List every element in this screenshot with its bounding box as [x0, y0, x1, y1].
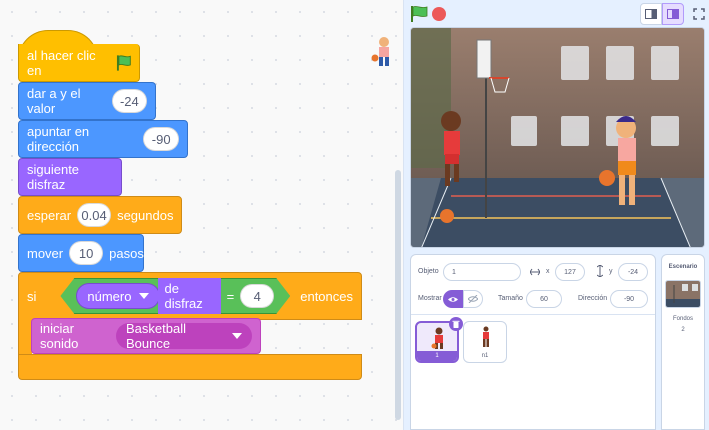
sprite-corner-thumbnail: [371, 37, 389, 66]
move-input[interactable]: 10: [69, 241, 104, 265]
large-stage-icon: [667, 9, 679, 19]
y-axis-icon: [597, 265, 603, 277]
stage-panel-title: Escenario: [668, 264, 698, 270]
if-label: si: [27, 288, 37, 304]
small-stage-icon: [645, 9, 657, 19]
size-label: Tamaño: [498, 295, 523, 302]
chevron-down-icon: [139, 293, 149, 299]
code-area[interactable]: al hacer clic en dar a y el valor -24 ap…: [0, 0, 404, 430]
sprite-tile-label: 1: [417, 351, 457, 361]
costume-property-value: número: [87, 288, 132, 304]
sprite-tile-label: n1: [481, 353, 489, 359]
move-steps-block[interactable]: mover 10 pasos: [18, 234, 144, 272]
if-block-header[interactable]: si número de disfraz = 4 entonces: [18, 272, 362, 320]
chevron-down-icon: [232, 333, 242, 339]
if-block-footer: [18, 354, 362, 380]
sprite-thumbnail: [431, 327, 443, 349]
x-axis-icon: [530, 268, 540, 276]
sprite-tile-n1[interactable]: n1: [463, 321, 507, 363]
delete-sprite-button[interactable]: [449, 317, 463, 331]
backdrops-label: Fondos: [672, 316, 693, 322]
when-flag-label: al hacer clic en: [27, 47, 96, 78]
stage-selector-pane[interactable]: Escenario Fondos 2: [661, 254, 705, 430]
green-flag-icon: [116, 54, 131, 71]
stop-button[interactable]: [432, 7, 446, 21]
point-in-direction-block[interactable]: apuntar en dirección -90: [18, 120, 188, 158]
move-label: mover: [27, 245, 64, 261]
fullscreen-button[interactable]: [688, 3, 709, 25]
small-stage-button[interactable]: [640, 3, 662, 25]
when-flag-clicked-block[interactable]: al hacer clic en: [18, 44, 140, 82]
sprite-name-label: Objeto: [418, 268, 439, 275]
wait-label: esperar: [27, 207, 72, 223]
costume-of-label: de disfraz: [158, 277, 220, 315]
move-unit-label: pasos: [109, 245, 144, 261]
stage-canvas[interactable]: [410, 27, 705, 248]
set-y-input[interactable]: -24: [111, 89, 147, 113]
stage-scene: [411, 28, 704, 247]
equals-operator-block[interactable]: número de disfraz = 4: [60, 278, 290, 314]
show-label: Mostrar: [418, 295, 442, 302]
direction-input[interactable]: -90: [143, 127, 179, 151]
sprite-name-input[interactable]: 1: [443, 263, 521, 281]
show-sprite-button[interactable]: [443, 290, 463, 308]
wait-input[interactable]: 0.04: [77, 203, 112, 227]
next-costume-label: siguiente disfraz: [27, 162, 80, 192]
next-costume-block[interactable]: siguiente disfraz: [18, 158, 122, 196]
backdrop-image: [666, 281, 700, 307]
trash-icon: [452, 320, 460, 328]
start-sound-block[interactable]: iniciar sonido Basketball Bounce: [31, 318, 261, 354]
compare-value-input[interactable]: 4: [240, 284, 274, 308]
large-stage-button[interactable]: [662, 3, 684, 25]
size-input[interactable]: 60: [526, 290, 562, 308]
if-block-arm: [18, 319, 32, 355]
sprite-thumbnail: [483, 326, 489, 347]
start-sound-label: iniciar sonido: [40, 321, 79, 351]
direction-input[interactable]: -90: [610, 290, 648, 308]
hide-sprite-button[interactable]: [463, 290, 483, 308]
eye-icon: [448, 296, 458, 302]
wait-unit-label: segundos: [117, 207, 174, 223]
point-direction-label: apuntar en dirección: [27, 124, 90, 154]
equals-sign: =: [226, 288, 235, 304]
wait-block[interactable]: esperar 0.04 segundos: [18, 196, 182, 234]
sprite-info-pane: Objeto 1 x 127 y -24 Mostrar Tamaño 60 D…: [410, 254, 656, 430]
y-label: y: [609, 268, 613, 275]
stage-size-toggles: [640, 3, 709, 25]
backdrops-count: 2: [681, 327, 685, 333]
backdrop-thumbnail[interactable]: [665, 280, 701, 308]
sprite-tile-1[interactable]: 1: [415, 317, 463, 363]
x-input[interactable]: 127: [555, 263, 585, 281]
eye-slash-icon: [468, 295, 478, 303]
direction-label: Dirección: [578, 295, 608, 302]
set-y-label: dar a y el valor: [27, 86, 81, 116]
y-input[interactable]: -24: [618, 263, 648, 281]
visibility-toggle: [443, 290, 483, 308]
fullscreen-icon: [693, 8, 705, 20]
green-flag-icon[interactable]: [410, 6, 428, 22]
sound-name: Basketball Bounce: [126, 321, 186, 351]
set-y-block[interactable]: dar a y el valor -24: [18, 82, 156, 120]
x-label: x: [546, 268, 550, 275]
sprite-info-bar: Objeto 1 x 127 y -24 Mostrar Tamaño 60 D…: [411, 255, 655, 315]
then-label: entonces: [300, 288, 353, 304]
costume-property-dropdown[interactable]: número: [76, 283, 160, 309]
code-area-scrollbar[interactable]: [395, 170, 401, 420]
sound-dropdown[interactable]: Basketball Bounce: [116, 321, 252, 351]
